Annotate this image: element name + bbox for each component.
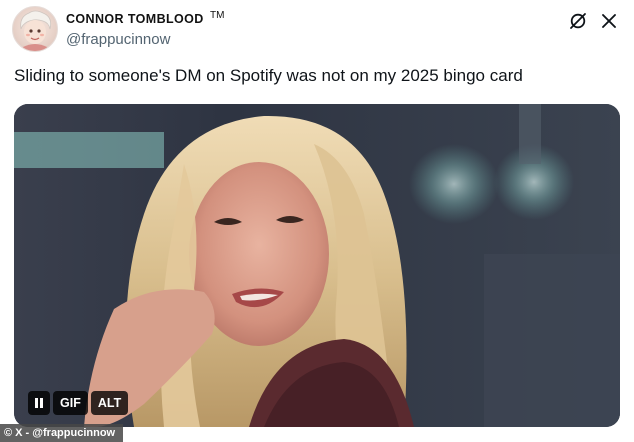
gif-badge: GIF: [53, 391, 88, 415]
more-icon[interactable]: [600, 12, 618, 35]
alt-text-button[interactable]: ALT: [90, 391, 129, 415]
gif-media[interactable]: [14, 104, 620, 427]
pause-button[interactable]: [28, 391, 50, 415]
author-handle[interactable]: @frappucinnow: [66, 31, 170, 48]
source-watermark: © X - @frappucinnow: [0, 424, 124, 442]
tweet-text: Sliding to someone's DM on Spotify was n…: [14, 66, 523, 85]
grok-icon[interactable]: [569, 12, 587, 35]
pause-icon: [35, 398, 43, 408]
trademark-label: TM: [210, 10, 225, 21]
display-name[interactable]: CONNOR TOMBLOOD: [66, 12, 204, 26]
media-badges: GIF ALT: [28, 391, 129, 415]
avatar[interactable]: [12, 6, 58, 52]
gif-frame-image: [14, 104, 620, 427]
cartoon-avatar-icon: [20, 10, 52, 51]
